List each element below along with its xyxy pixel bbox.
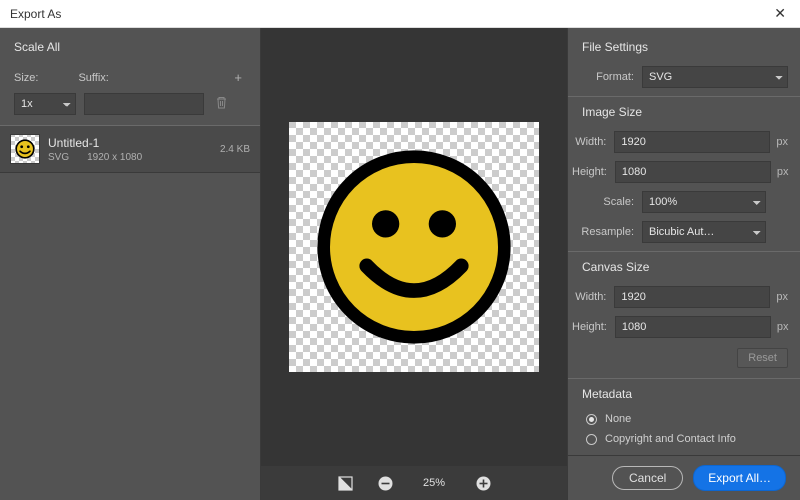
canvas-width-input[interactable] xyxy=(614,286,770,308)
metadata-heading: Metadata xyxy=(568,379,800,409)
export-item-dimensions: 1920 x 1080 xyxy=(87,152,142,163)
window-title: Export As xyxy=(10,7,61,21)
px-unit: px xyxy=(770,291,788,303)
scale-select[interactable]: 100% xyxy=(642,191,766,213)
workspace: Scale All Size: Suffix: + 1x xyxy=(0,28,800,500)
suffix-label: Suffix: xyxy=(78,72,108,84)
export-all-button[interactable]: Export All… xyxy=(693,465,786,491)
canvas-height-label: Height: xyxy=(572,321,615,333)
cancel-button[interactable]: Cancel xyxy=(612,466,683,490)
size-select[interactable]: 1x xyxy=(14,93,76,115)
radio-none-icon[interactable] xyxy=(586,414,597,425)
suffix-input[interactable] xyxy=(84,93,204,115)
image-height-row: Height: px xyxy=(568,157,800,187)
titlebar: Export As ✕ xyxy=(0,0,800,28)
export-item-format: SVG xyxy=(48,152,69,163)
zoom-bar: 25% xyxy=(261,466,567,500)
metadata-none-row[interactable]: None xyxy=(568,409,800,429)
format-select[interactable]: SVG xyxy=(642,66,788,88)
export-item-text: Untitled-1 SVG 1920 x 1080 xyxy=(48,136,212,163)
zoom-level[interactable]: 25% xyxy=(416,477,452,489)
reset-button[interactable]: Reset xyxy=(737,348,788,368)
close-icon[interactable]: ✕ xyxy=(768,3,792,24)
metadata-copyright-row[interactable]: Copyright and Contact Info xyxy=(568,429,800,449)
preview-area xyxy=(261,28,567,466)
image-width-label: Width: xyxy=(572,136,614,148)
canvas-height-row: Height: px xyxy=(568,312,800,342)
delete-scale-icon[interactable] xyxy=(212,94,231,114)
scale-label: Scale: xyxy=(572,196,642,208)
left-panel: Scale All Size: Suffix: + 1x xyxy=(0,28,260,500)
radio-copyright-label: Copyright and Contact Info xyxy=(605,433,736,445)
export-item-thumbnail xyxy=(10,134,40,164)
preview-canvas xyxy=(289,122,539,372)
scale-all-values-row: 1x xyxy=(0,89,260,125)
export-item-name: Untitled-1 xyxy=(48,136,212,150)
size-label: Size: xyxy=(14,72,38,84)
format-label: Format: xyxy=(572,71,642,83)
footer: Cancel Export All… xyxy=(568,455,800,500)
image-size-heading: Image Size xyxy=(568,97,800,127)
export-item[interactable]: Untitled-1 SVG 1920 x 1080 2.4 KB xyxy=(0,125,260,173)
format-row: Format: SVG xyxy=(568,62,800,92)
radio-copyright-icon[interactable] xyxy=(586,434,597,445)
center-panel: 25% xyxy=(260,28,568,500)
canvas-width-row: Width: px xyxy=(568,282,800,312)
resample-label: Resample: xyxy=(572,226,642,238)
image-height-label: Height: xyxy=(572,166,615,178)
image-width-input[interactable] xyxy=(614,131,770,153)
canvas-size-heading: Canvas Size xyxy=(568,252,800,282)
file-settings-heading: File Settings xyxy=(568,28,800,62)
resample-select[interactable]: Bicubic Aut… xyxy=(642,221,766,243)
zoom-in-icon[interactable] xyxy=(474,474,492,492)
radio-none-label: None xyxy=(605,413,631,425)
add-scale-icon[interactable]: + xyxy=(230,68,246,87)
export-item-filesize: 2.4 KB xyxy=(220,144,250,155)
scale-all-heading: Scale All xyxy=(0,28,260,62)
compare-toggle-icon[interactable] xyxy=(336,474,354,492)
resample-row: Resample: Bicubic Aut… xyxy=(568,217,800,247)
px-unit: px xyxy=(770,136,788,148)
zoom-out-icon[interactable] xyxy=(376,474,394,492)
right-panel: File Settings Format: SVG Image Size Wid… xyxy=(568,28,800,500)
canvas-width-label: Width: xyxy=(572,291,614,303)
scale-all-labels-row: Size: Suffix: + xyxy=(0,62,260,89)
canvas-height-input[interactable] xyxy=(615,316,771,338)
image-height-input[interactable] xyxy=(615,161,771,183)
scale-row: Scale: 100% xyxy=(568,187,800,217)
px-unit: px xyxy=(771,166,789,178)
px-unit: px xyxy=(771,321,789,333)
preview-artwork xyxy=(309,142,519,352)
image-width-row: Width: px xyxy=(568,127,800,157)
